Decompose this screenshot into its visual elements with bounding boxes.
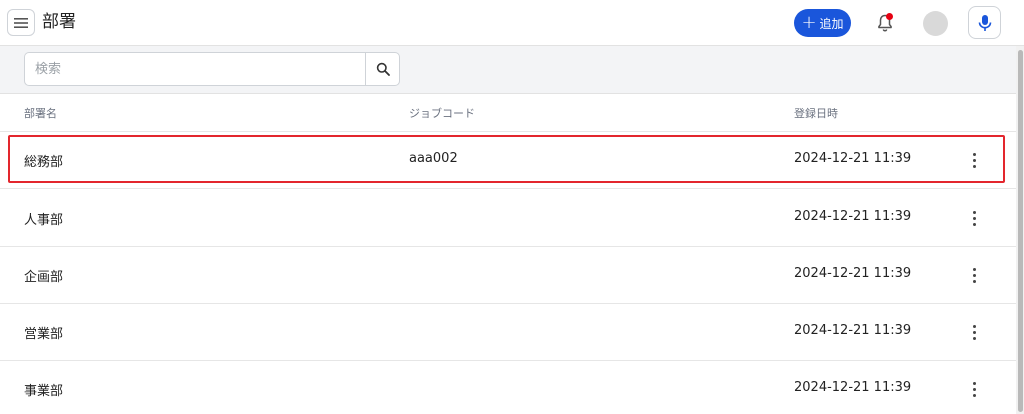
job-code: aaa002 bbox=[409, 151, 458, 166]
table-row[interactable]: 事業部 2024-12-21 11:39 bbox=[0, 361, 1016, 414]
table-header: 部署名 ジョブコード 登録日時 bbox=[0, 94, 1016, 132]
department-name: 事業部 bbox=[24, 384, 64, 399]
microphone-icon bbox=[978, 14, 991, 31]
column-header-registered-at[interactable]: 登録日時 bbox=[794, 105, 838, 121]
notification-badge bbox=[886, 13, 893, 20]
page-title: 部署 bbox=[42, 12, 76, 32]
table-row[interactable]: 総務部 aaa002 2024-12-21 11:39 bbox=[0, 132, 1016, 189]
scrollbar-thumb[interactable] bbox=[1018, 50, 1023, 412]
table-row[interactable]: 営業部 2024-12-21 11:39 bbox=[0, 304, 1016, 361]
add-button[interactable]: + 追加 bbox=[794, 9, 851, 37]
search-bar bbox=[0, 46, 1016, 94]
add-button-label: 追加 bbox=[819, 16, 844, 31]
registered-at: 2024-12-21 11:39 bbox=[794, 380, 912, 395]
more-vertical-icon[interactable] bbox=[966, 149, 982, 171]
department-name: 企画部 bbox=[24, 270, 64, 285]
more-vertical-icon[interactable] bbox=[966, 321, 982, 343]
column-header-job-code[interactable]: ジョブコード bbox=[409, 105, 475, 121]
registered-at: 2024-12-21 11:39 bbox=[794, 266, 912, 281]
table-row[interactable]: 人事部 2024-12-21 11:39 bbox=[0, 190, 1016, 247]
app-header: 部署 + 追加 bbox=[0, 0, 1024, 46]
search-input[interactable] bbox=[24, 52, 366, 86]
hamburger-menu-icon bbox=[14, 17, 28, 28]
department-name: 営業部 bbox=[24, 327, 64, 342]
more-vertical-icon[interactable] bbox=[966, 264, 982, 286]
more-vertical-icon[interactable] bbox=[966, 207, 982, 229]
registered-at: 2024-12-21 11:39 bbox=[794, 323, 912, 338]
department-name: 人事部 bbox=[24, 213, 64, 228]
registered-at: 2024-12-21 11:39 bbox=[794, 209, 912, 224]
registered-at: 2024-12-21 11:39 bbox=[794, 151, 912, 166]
table-row[interactable]: 企画部 2024-12-21 11:39 bbox=[0, 247, 1016, 304]
column-header-department-name[interactable]: 部署名 bbox=[24, 105, 57, 121]
menu-button[interactable] bbox=[7, 9, 35, 36]
search-icon bbox=[376, 62, 390, 76]
voice-input-button[interactable] bbox=[968, 6, 1001, 39]
bell-icon[interactable] bbox=[873, 11, 897, 35]
avatar[interactable] bbox=[923, 11, 948, 36]
department-name: 総務部 bbox=[24, 155, 64, 170]
plus-icon: + bbox=[801, 12, 817, 33]
more-vertical-icon[interactable] bbox=[966, 378, 982, 400]
search-button[interactable] bbox=[365, 52, 400, 86]
